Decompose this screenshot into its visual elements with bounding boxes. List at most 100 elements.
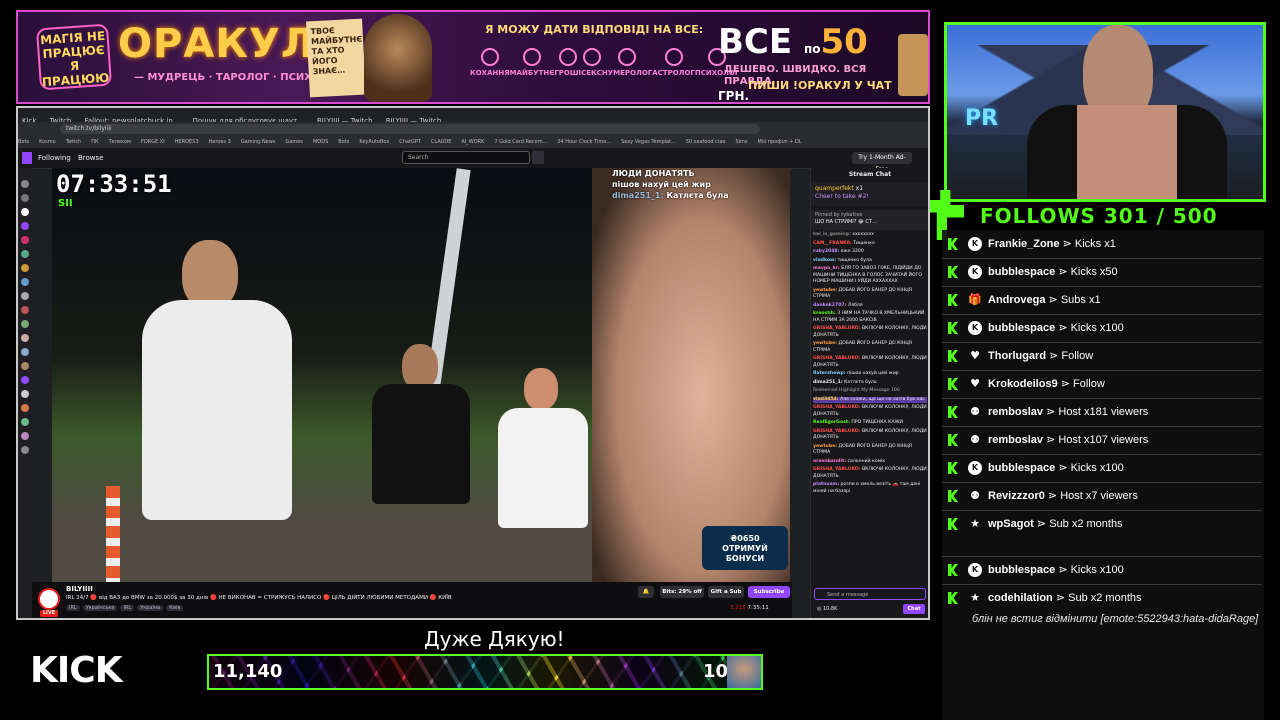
bookmark[interactable]: FORGE.XI: [141, 139, 165, 145]
nav-browse[interactable]: Browse: [78, 152, 104, 164]
subscribe-button[interactable]: Subscribe: [748, 586, 790, 598]
channel-avatar[interactable]: [21, 278, 29, 286]
video-player[interactable]: 07:33:51 SII ЛЮДИ ДОНАТЯТЬ пішов нахуй ц…: [52, 168, 790, 582]
channel-avatar[interactable]: [21, 236, 29, 244]
bookmark[interactable]: Bots: [18, 139, 29, 145]
channel-avatar[interactable]: [21, 320, 29, 328]
channel-avatar[interactable]: [21, 362, 29, 370]
event-row: ⚉ remboslav ⋗ Host x107 viewers: [942, 426, 1262, 455]
star-icon: ★: [970, 517, 980, 530]
sub-message: блін не встиг відмінити [emote:5522943:h…: [972, 613, 1259, 625]
gift-sub-button[interactable]: Gift a Sub: [708, 586, 744, 598]
stream-tag[interactable]: IRL: [120, 605, 135, 611]
chat-message: GRISHA_YABLUKO: ВКЛЮЧИ КОЛОНКУ, ЛЮДИ ДОН…: [813, 356, 927, 368]
streamer-face: [592, 168, 790, 582]
bookmark[interactable]: Bots: [338, 139, 349, 145]
channel-avatar[interactable]: [21, 418, 29, 426]
bookmark[interactable]: KeyAutoBox: [359, 139, 389, 145]
bookmark[interactable]: Gaming News: [241, 139, 276, 145]
chat-input[interactable]: Send a message: [814, 588, 926, 600]
bookmark[interactable]: MODS: [313, 139, 328, 145]
stream-tag[interactable]: Українська: [82, 605, 118, 611]
bookmark[interactable]: Games: [285, 139, 303, 145]
channel-avatar[interactable]: [21, 390, 29, 398]
stream-category[interactable]: IRL: [66, 605, 80, 611]
people-icon: ⚉: [970, 405, 980, 418]
channel-avatar[interactable]: [21, 264, 29, 272]
channel-avatar[interactable]: [21, 194, 29, 202]
bookmark[interactable]: 7 Gold Card Recom...: [494, 139, 547, 145]
channel-avatar[interactable]: [21, 376, 29, 384]
traffic-post: [106, 486, 120, 582]
coffee-cup-illustration: [898, 34, 928, 96]
channel-avatar[interactable]: [21, 180, 29, 188]
bookmark[interactable]: 50 seafood ciao: [686, 139, 726, 145]
channel-avatar[interactable]: [21, 306, 29, 314]
follows-goal: FOLLOWS 301 / 500: [980, 204, 1218, 228]
chat-send-button[interactable]: Chat: [903, 604, 925, 614]
kick-logo-icon: [948, 378, 958, 390]
chat-message: GRISHA_YABLUKO: ВКЛЮЧИ КОЛОНКУ, ЛЮДИ ДОН…: [813, 405, 927, 417]
price-value: 50: [820, 22, 868, 62]
url-field[interactable]: twitch.tv/bilyiiii: [60, 124, 760, 134]
bookmark[interactable]: Sexy Vegas Templat...: [621, 139, 676, 145]
bookmark[interactable]: Twitch: [66, 139, 82, 145]
channel-avatar[interactable]: [21, 222, 29, 230]
twitch-topnav: Following Browse Search Try 1-Month Ad-F…: [18, 148, 928, 173]
category-numerology: НУМЕРОЛОГ: [602, 48, 652, 78]
address-bar: twitch.tv/bilyiiii: [18, 122, 928, 136]
bookmark[interactable]: HEROES3: [175, 139, 199, 145]
event-row: ⚉ Revizzzor0 ⋗ Host x7 viewers: [942, 482, 1262, 511]
browser-tabs: Kick Twitch Fallout: newsplatchuck.in...…: [18, 108, 928, 125]
channel-avatar[interactable]: [38, 588, 60, 610]
leaderboard-user[interactable]: quamperfekt: [815, 185, 854, 192]
channel-name[interactable]: BILYIIII: [66, 584, 93, 594]
chat-message: arsenbandit: салонний комік: [813, 458, 886, 464]
bookmark[interactable]: Heroes 3: [209, 139, 231, 145]
search-input[interactable]: Search: [402, 151, 530, 164]
channel-points[interactable]: ◎ 10.8K: [817, 604, 837, 614]
bookmark[interactable]: Sims: [735, 139, 747, 145]
stream-tag[interactable]: Україна: [137, 605, 164, 611]
person: [498, 368, 588, 578]
ad-free-button[interactable]: Try 1-Month Ad-Free: [852, 152, 912, 173]
star-icon: ★: [970, 591, 980, 604]
chat-message: ruby2048: вже 3200: [813, 249, 864, 254]
overlay-chat-line: ЛЮДИ ДОНАТЯТЬ: [612, 169, 695, 178]
live-badge: LIVE: [40, 610, 58, 617]
channel-avatar[interactable]: [21, 292, 29, 300]
kick-logo-icon: [948, 434, 958, 446]
bookmark[interactable]: 24 Hour Clock Time...: [557, 139, 611, 145]
chat-message: yewtube: ДОБАВ ЙОГО БАНЕР ДО КІНЦЯ СТРІМ…: [813, 443, 912, 456]
video-overlay-chat: ЛЮДИ ДОНАТЯТЬ пішов нахуй цей жир dima25…: [612, 168, 729, 201]
event-row: ★ codehilation ⋗ Sub x2 months: [942, 584, 1262, 612]
cheer-button[interactable]: Cheer to take #2!: [815, 193, 925, 201]
search-icon[interactable]: [532, 151, 544, 164]
channel-avatar[interactable]: [21, 432, 29, 440]
kick-logo-icon: [948, 564, 958, 576]
bookmark[interactable]: CLAUDE: [431, 139, 451, 145]
channel-avatar[interactable]: [21, 250, 29, 258]
chat-message: vladkow: тищенко була: [813, 257, 872, 263]
banner-categories: КОХАННЯ МАЙБУТНЄ ГРОШІ СЕКС НУМЕРОЛОГ АС…: [470, 48, 739, 78]
channel-avatar[interactable]: [21, 334, 29, 342]
event-row: ♥ Krokodeilos9 ⋗ Follow: [942, 370, 1262, 399]
bookmark[interactable]: AI_WORK: [461, 139, 484, 145]
channel-avatar[interactable]: [21, 208, 29, 216]
stream-tag[interactable]: Київ: [166, 605, 184, 611]
nav-following[interactable]: Following: [38, 152, 71, 164]
twitch-logo-icon[interactable]: [22, 152, 32, 164]
notification-bell-icon[interactable]: 🔔: [638, 586, 654, 598]
bookmark[interactable]: Телеком: [109, 139, 131, 145]
category-love: КОХАННЯ: [470, 48, 510, 78]
channel-avatar[interactable]: [21, 446, 29, 454]
bookmark[interactable]: Kosmo: [39, 139, 56, 145]
channel-avatar[interactable]: [21, 404, 29, 412]
channel-avatar[interactable]: [21, 348, 29, 356]
banner-slogan: Я МОЖУ ДАТИ ВІДПОВІДІ НА ВСЕ:: [485, 23, 704, 36]
bookmark[interactable]: ПК: [91, 139, 98, 145]
bits-button[interactable]: Bits: 29% off: [660, 586, 704, 598]
event-row: ⚉ remboslav ⋗ Host x181 viewers: [942, 398, 1262, 427]
bookmark[interactable]: ChatGPT: [399, 139, 421, 145]
bookmark[interactable]: Мої профілі + DL: [758, 139, 802, 145]
